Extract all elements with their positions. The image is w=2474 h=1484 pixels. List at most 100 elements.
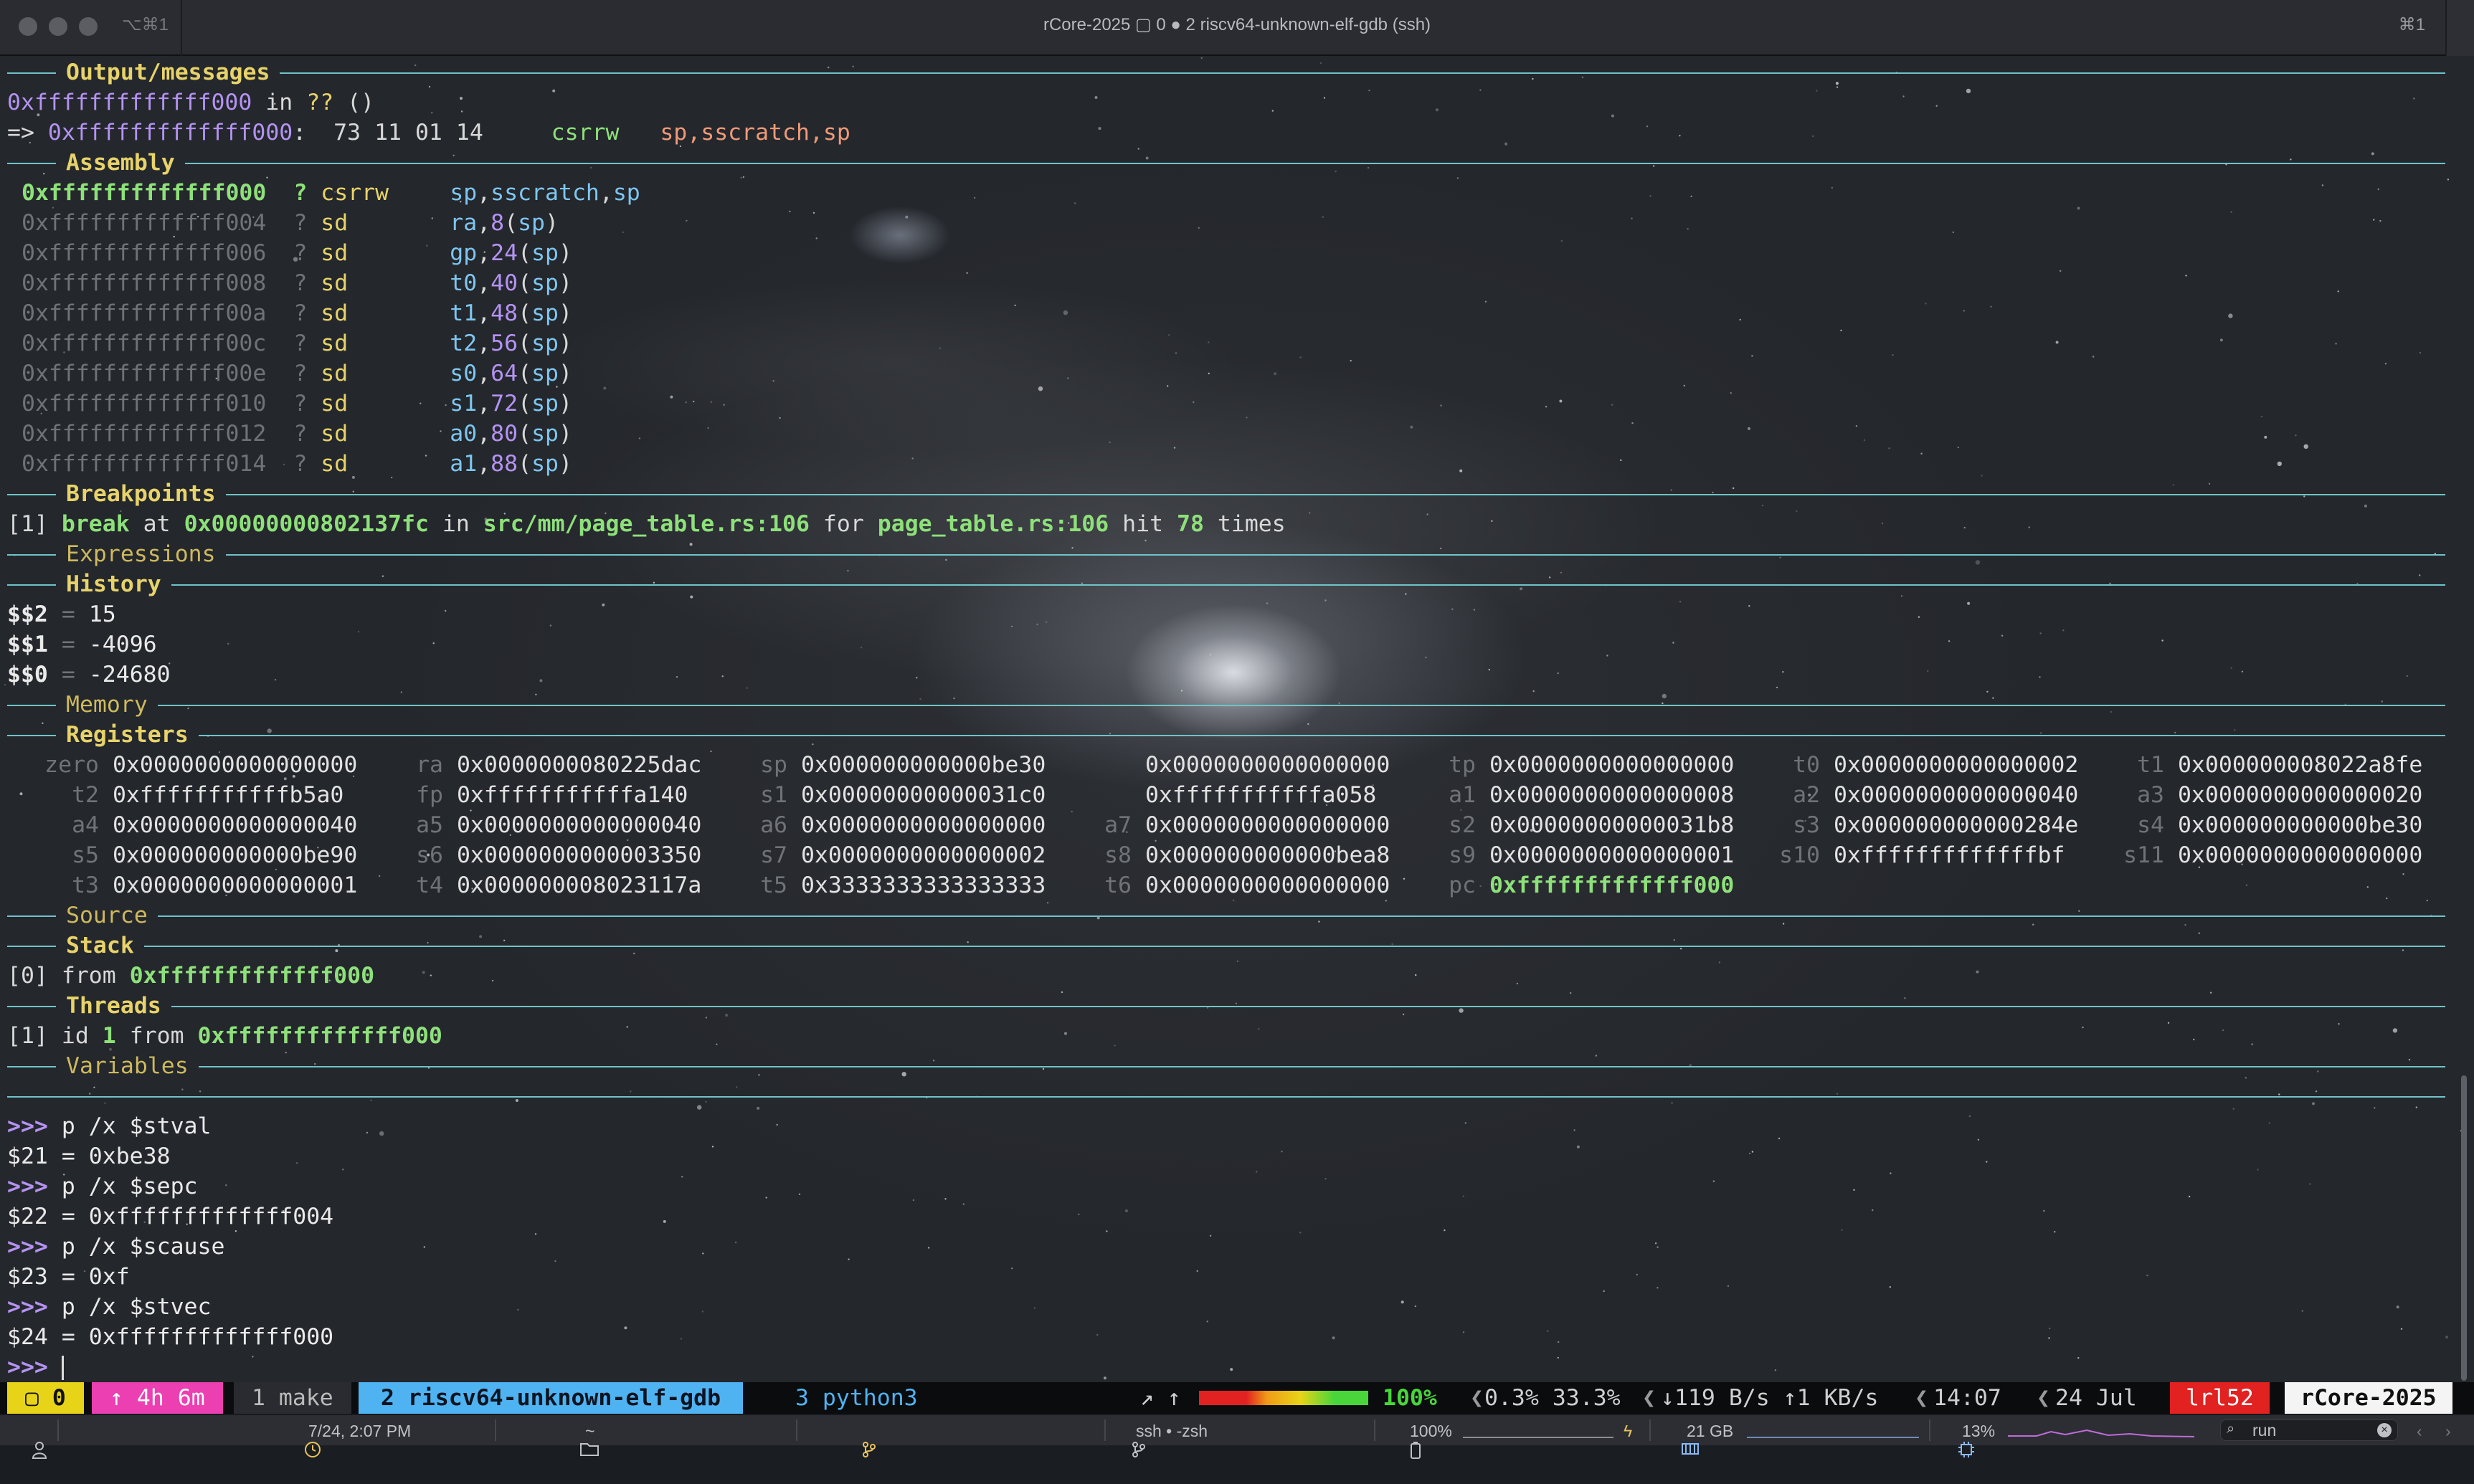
- thread-row[interactable]: [1] id 1 from 0xfffffffffffff000: [7, 1021, 442, 1051]
- register-value: 0x0000000000000000: [1489, 752, 1735, 778]
- assembly-line[interactable]: 0xfffffffffffff000 ? csrrw sp,sscratch,sp: [22, 178, 640, 208]
- asm-operand: sp: [450, 180, 478, 206]
- asm-address: 0xfffffffffffff000: [22, 180, 267, 206]
- history-entry: $$2 = 15: [7, 601, 116, 627]
- asm-operand: t2: [450, 330, 478, 356]
- tmux-window-2-active[interactable]: 2 riscv64-unknown-elf-gdb: [359, 1382, 744, 1414]
- register-cell: t2 0xfffffffffffb5a0: [7, 780, 343, 810]
- assembly-line[interactable]: 0xfffffffffffff014 ? sd a1,88(sp): [22, 449, 572, 479]
- asm-marker: ?: [293, 180, 308, 206]
- register-name: sp: [760, 752, 787, 778]
- battery-percent: 100%: [1383, 1385, 1437, 1411]
- register-value: 0x000000008022a8fe: [2177, 752, 2423, 778]
- status-folder[interactable]: ~: [585, 1421, 594, 1441]
- console-prompt: >>>: [7, 1354, 62, 1380]
- assembly-line[interactable]: 0xfffffffffffff006 ? sd gp,24(sp): [22, 238, 572, 268]
- status-cpu: 13%: [1962, 1422, 1996, 1440]
- asm-operand: sp: [531, 330, 559, 356]
- register-name: tp: [1449, 752, 1476, 778]
- asm-operand: t1: [450, 300, 478, 326]
- register-value: 0x0000000000000040: [1833, 782, 2079, 808]
- console-output: $24 = 0xfffffffffffff000: [7, 1322, 333, 1352]
- output-line-2: => 0xfffffffffffff000: 73 11 01 14 csrrw…: [7, 120, 850, 146]
- assembly-line[interactable]: 0xfffffffffffff012 ? sd a0,80(sp): [22, 419, 572, 449]
- register-name: s3: [1793, 812, 1820, 838]
- section-header-source: Source: [7, 900, 2445, 931]
- assembly-line[interactable]: 0xfffffffffffff004 ? sd ra,8(sp): [22, 208, 559, 238]
- terminal-scrollbar[interactable]: [2461, 1075, 2467, 1381]
- asm-opcode: sd: [321, 421, 349, 447]
- register-name: s2: [1449, 812, 1476, 838]
- register-name: t5: [760, 872, 787, 898]
- register-cell: t5 0x3333333333333333: [696, 870, 1046, 900]
- clock-date: 24 Jul: [2055, 1385, 2137, 1411]
- register-cell: t3 0x0000000000000001: [7, 870, 357, 900]
- history-value: -24680: [88, 662, 171, 688]
- status-memory: 21 GB: [1687, 1422, 1734, 1440]
- asm-operand: sp: [518, 210, 546, 236]
- search-next-icon[interactable]: ›: [2445, 1421, 2451, 1441]
- register-value: 0x000000000000be90: [112, 842, 358, 868]
- console-command-text: p /x $stvec: [61, 1294, 212, 1320]
- assembly-line[interactable]: 0xfffffffffffff00e ? sd s0,64(sp): [22, 358, 572, 389]
- register-cell: ra 0x0000000080225dac: [351, 750, 701, 780]
- asm-operand: sp: [531, 270, 559, 296]
- console-prompt: >>>: [7, 1174, 62, 1199]
- register-cell: t6 0x0000000000000000: [1040, 870, 1390, 900]
- search-prev-icon[interactable]: ‹: [2417, 1421, 2422, 1441]
- iterm-status-bar: 7/24, 2:07 PM ~ ssh • -zsh 100% ϟ 21 GB …: [0, 1414, 2474, 1459]
- asm-operand: 80: [490, 421, 518, 447]
- asm-operand: sp: [531, 240, 559, 266]
- tmux-window-1[interactable]: 1 make: [234, 1382, 351, 1414]
- register-cell: a2 0x0000000000000040: [1728, 780, 2078, 810]
- history-entry: $$0 = -24680: [7, 662, 171, 688]
- console-prompt: >>>: [7, 1294, 62, 1320]
- asm-opcode: sd: [321, 391, 349, 417]
- asm-operand: 24: [490, 240, 518, 266]
- cpu-usage: 0.3% 33.3%: [1484, 1385, 1621, 1411]
- asm-operand: 8: [490, 210, 505, 236]
- asm-opcode: sd: [321, 361, 349, 386]
- tmux-username: lrl52: [2170, 1382, 2270, 1414]
- assembly-line[interactable]: 0xfffffffffffff00c ? sd t2,56(sp): [22, 328, 572, 358]
- breakpoint-row[interactable]: [1] break at 0x00000000802137fc in src/m…: [7, 509, 1286, 539]
- register-cell: s4 0x000000000000be30: [2072, 810, 2422, 840]
- asm-operand: sp: [531, 300, 559, 326]
- asm-operand: s1: [450, 391, 478, 417]
- assembly-line[interactable]: 0xfffffffffffff008 ? sd t0,40(sp): [22, 268, 572, 298]
- console-output: $22 = 0xfffffffffffff004: [7, 1202, 333, 1232]
- window-title: rCore-2025 ▢ 0 ● 2 riscv64-unknown-elf-g…: [1043, 15, 1431, 34]
- register-name: t4: [416, 872, 443, 898]
- asm-operand: sp: [531, 361, 559, 386]
- status-battery: 100%: [1410, 1422, 1452, 1440]
- asm-address: 0xfffffffffffff00c: [22, 330, 267, 356]
- register-cell: s8 0x000000000000bea8: [1040, 840, 1390, 870]
- register-name: s4: [2137, 812, 2164, 838]
- register-value: 0x0000000000000000: [800, 812, 1046, 838]
- register-cell: s3 0x000000000000284e: [1728, 810, 2078, 840]
- section-header-memory: Memory: [7, 690, 2445, 720]
- register-name: pc: [1449, 872, 1476, 898]
- clear-search-icon[interactable]: ×: [2377, 1423, 2392, 1437]
- asm-operand: sp: [612, 180, 640, 206]
- user-icon: [13, 1421, 47, 1459]
- register-cell: 0x0000000000000000: [1040, 750, 1390, 780]
- assembly-line[interactable]: 0xfffffffffffff010 ? sd s1,72(sp): [22, 389, 572, 419]
- asm-marker: ?: [293, 210, 308, 236]
- console-output-text: $24 = 0xfffffffffffff000: [7, 1324, 334, 1350]
- register-name: s11: [2123, 842, 2164, 868]
- search-field[interactable]: ⌕ run ×: [2220, 1419, 2398, 1441]
- new-tab-area[interactable]: [2445, 0, 2474, 56]
- register-value: 0x0000000000000000: [2177, 842, 2423, 868]
- assembly-line[interactable]: 0xfffffffffffff00a ? sd t1,48(sp): [22, 298, 572, 328]
- stack-frame-row[interactable]: [0] from 0xfffffffffffff000: [7, 961, 374, 991]
- battery-bar: [1199, 1391, 1368, 1405]
- tmux-window-3[interactable]: 3 python3: [777, 1382, 936, 1414]
- asm-opcode: sd: [321, 240, 349, 266]
- register-cell: a4 0x0000000000000040: [7, 810, 357, 840]
- history-value: 15: [88, 601, 116, 627]
- register-cell: s5 0x000000000000be90: [7, 840, 357, 870]
- asm-marker: ?: [293, 240, 308, 266]
- terminal-pane[interactable]: Output/messages 0xfffffffffffff000 in ??…: [7, 57, 2445, 1382]
- console-prompt: >>>: [7, 1234, 62, 1260]
